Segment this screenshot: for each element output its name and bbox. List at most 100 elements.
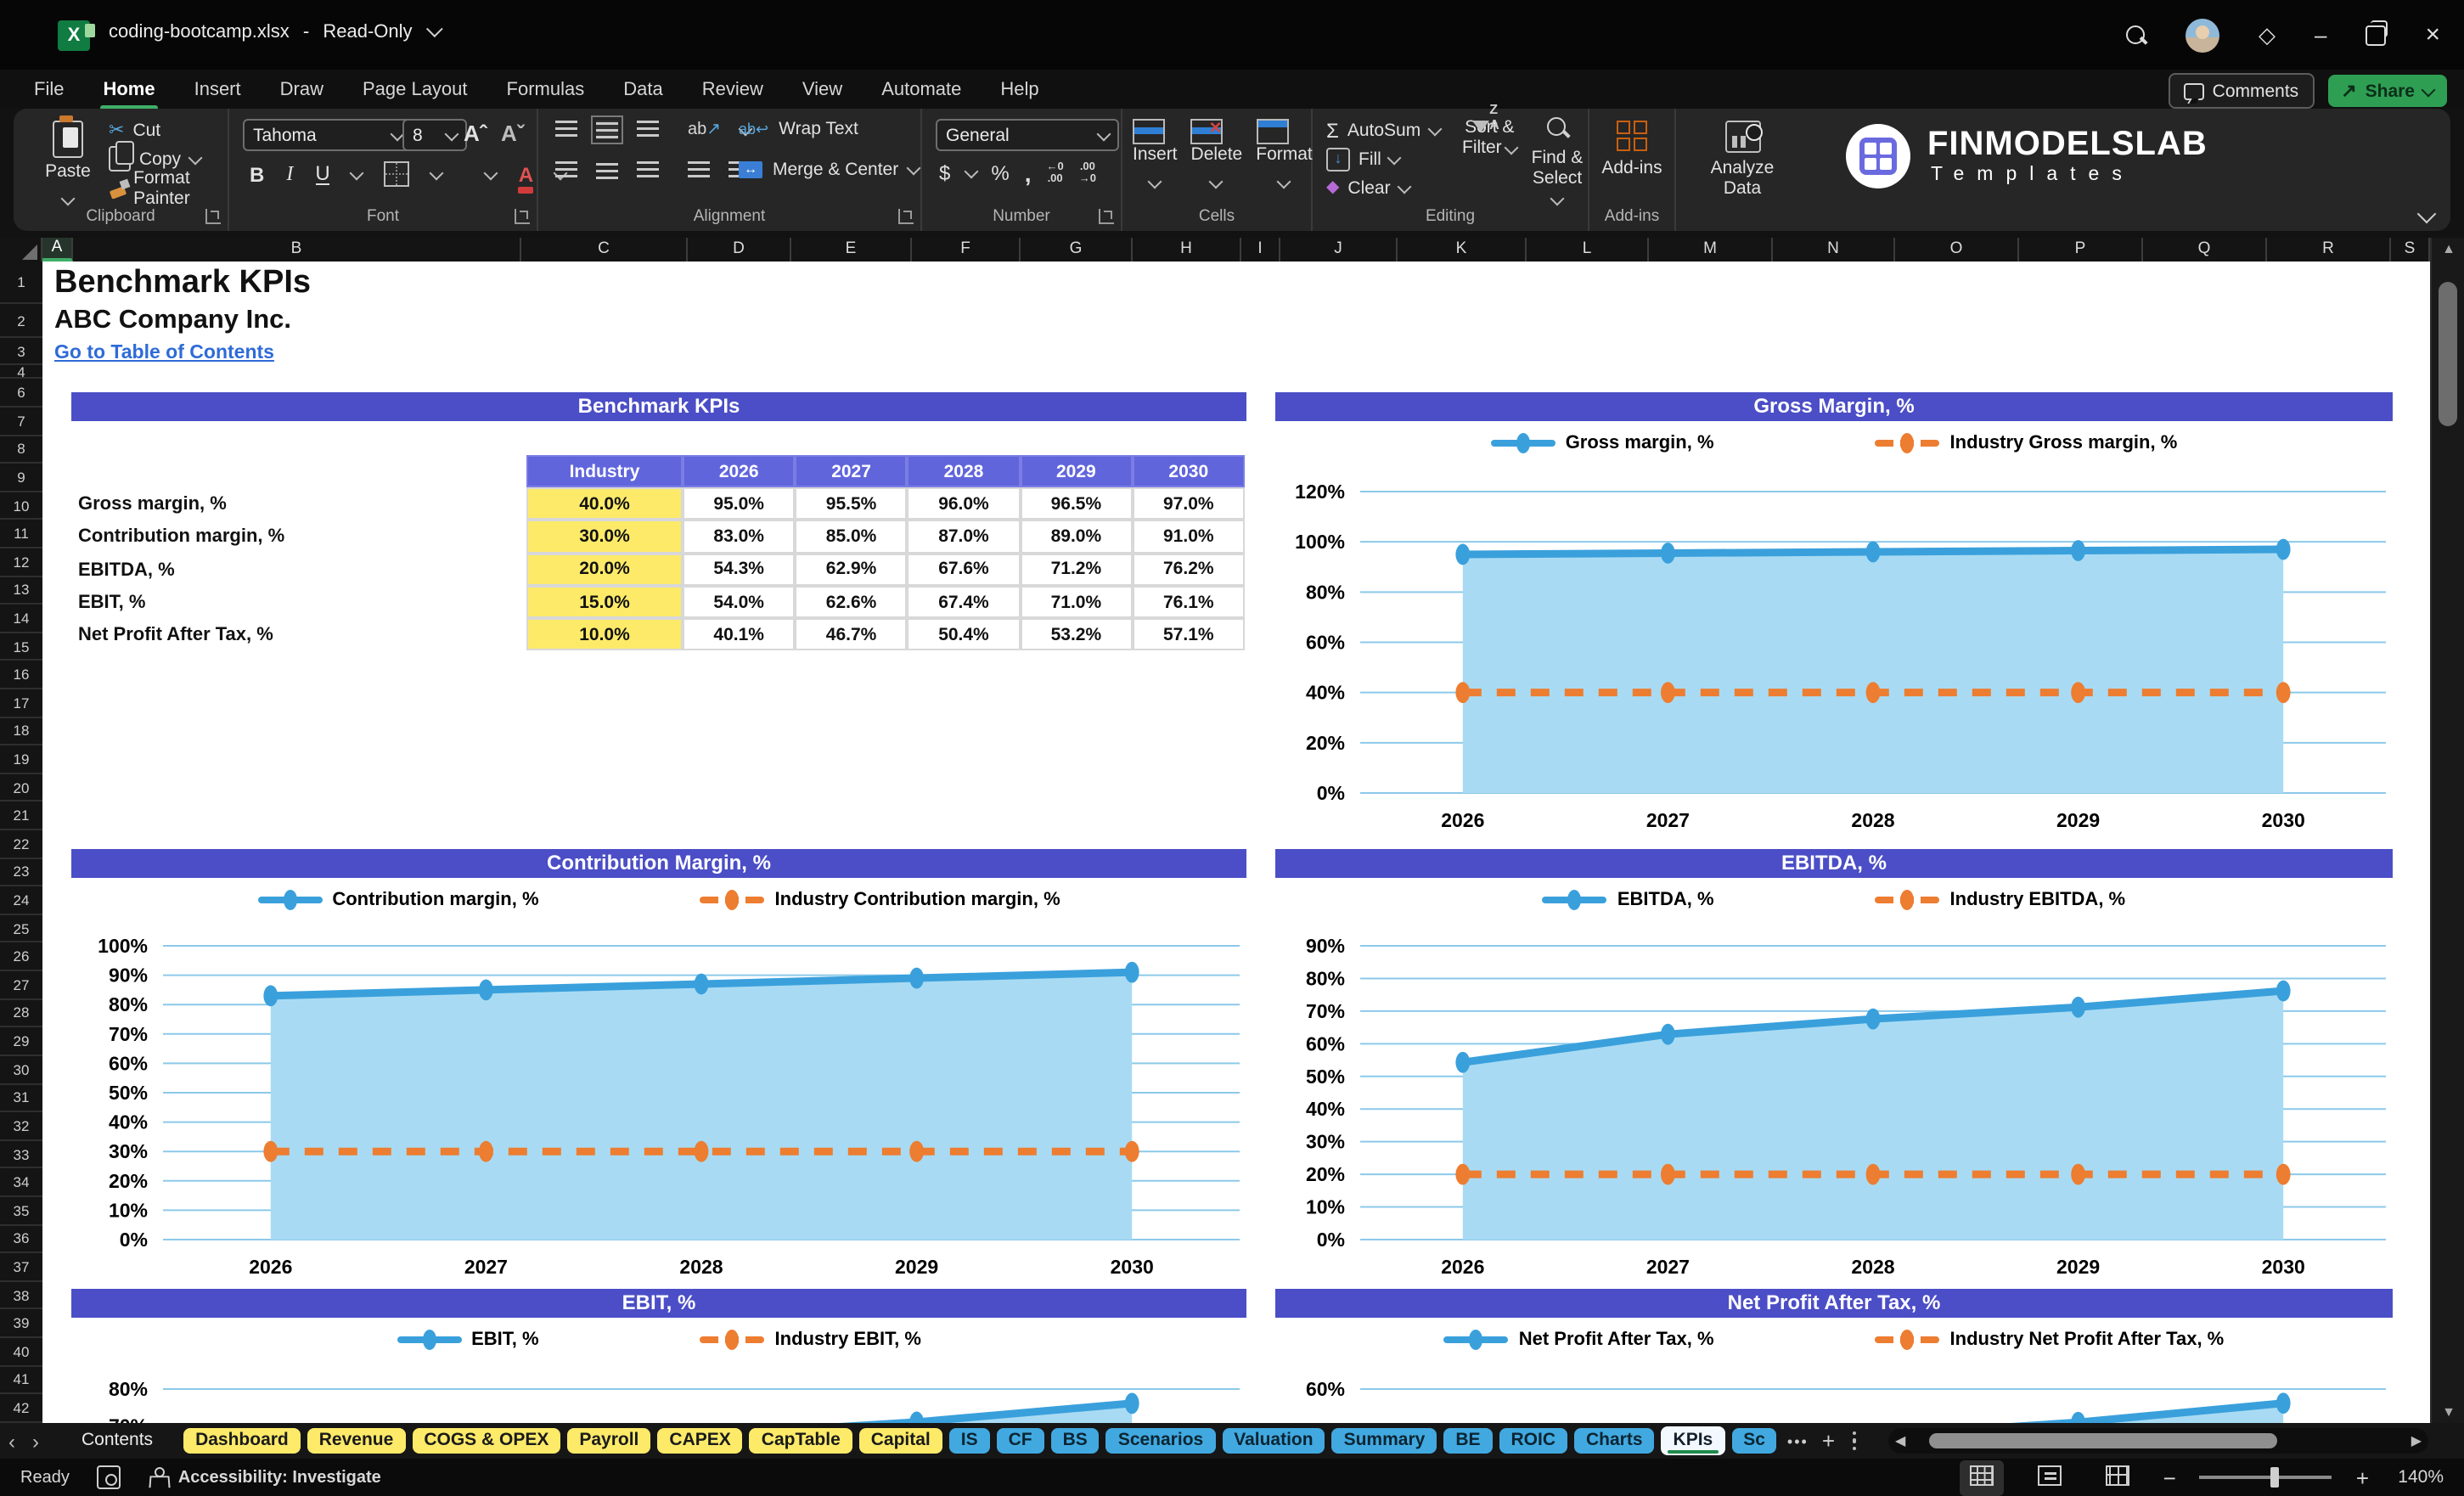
page-layout-view-button[interactable] bbox=[2028, 1459, 2072, 1495]
excel-app-icon[interactable]: X bbox=[58, 20, 90, 51]
horizontal-scrollbar[interactable]: ◀ ▶ bbox=[1888, 1428, 2428, 1454]
new-sheet-button[interactable]: + bbox=[1822, 1428, 1835, 1454]
underline-button[interactable]: U bbox=[315, 164, 329, 184]
zoom-slider[interactable] bbox=[2200, 1476, 2332, 1479]
kpi-header-2028[interactable]: 2028 bbox=[908, 455, 1020, 487]
kpi-header-2027[interactable]: 2027 bbox=[795, 455, 907, 487]
row-header-32[interactable]: 32 bbox=[0, 1112, 42, 1140]
horizontal-scroll-thumb[interactable] bbox=[1929, 1433, 2277, 1448]
macro-record-icon[interactable] bbox=[97, 1465, 121, 1489]
row-header-24[interactable]: 24 bbox=[0, 887, 42, 915]
row-header-8[interactable]: 8 bbox=[0, 436, 42, 464]
kpi-value-contribution-margin-2028[interactable]: 87.0% bbox=[908, 520, 1020, 554]
number-dialog-launcher[interactable] bbox=[1099, 209, 1114, 224]
sheet-tab-bs[interactable]: BS bbox=[1051, 1428, 1100, 1454]
kpi-value-contribution-margin-2030[interactable]: 91.0% bbox=[1133, 520, 1245, 554]
menu-tab-draw[interactable]: Draw bbox=[277, 76, 327, 103]
column-header-o[interactable]: O bbox=[1895, 238, 2019, 262]
row-header-19[interactable]: 19 bbox=[0, 745, 42, 773]
fill-color-chevron-icon[interactable] bbox=[484, 166, 498, 180]
borders-button[interactable] bbox=[385, 161, 410, 187]
borders-chevron-icon[interactable] bbox=[430, 166, 444, 180]
format-cells-button[interactable]: Format bbox=[1256, 119, 1313, 195]
menu-tab-file[interactable]: File bbox=[31, 76, 67, 103]
column-header-j[interactable]: J bbox=[1280, 238, 1398, 262]
kpi-value-net-profit-after-tax-2026[interactable]: 40.1% bbox=[683, 618, 795, 651]
column-header-b[interactable]: B bbox=[73, 238, 521, 262]
row-header-22[interactable]: 22 bbox=[0, 830, 42, 858]
menu-tab-help[interactable]: Help bbox=[997, 76, 1042, 103]
kpi-value-ebitda-2029[interactable]: 71.2% bbox=[1020, 553, 1132, 586]
kpi-industry-ebitda[interactable]: 20.0% bbox=[526, 553, 683, 586]
kpi-industry-gross-margin[interactable]: 40.0% bbox=[526, 487, 683, 520]
kpi-value-gross-margin-2030[interactable]: 97.0% bbox=[1133, 487, 1245, 520]
kpi-row-label-ebitda[interactable]: EBITDA, % bbox=[78, 560, 175, 580]
kpi-value-gross-margin-2026[interactable]: 95.0% bbox=[683, 487, 795, 520]
kpi-value-ebit-2026[interactable]: 54.0% bbox=[683, 586, 795, 619]
column-header-a[interactable]: A bbox=[42, 238, 73, 262]
row-header-31[interactable]: 31 bbox=[0, 1084, 42, 1112]
minimize-button[interactable]: – bbox=[2315, 24, 2326, 46]
decrease-decimal-button[interactable]: .00→0 bbox=[1079, 161, 1096, 185]
font-dialog-launcher[interactable] bbox=[515, 209, 530, 224]
kpi-header-2029[interactable]: 2029 bbox=[1020, 455, 1132, 487]
row-header-20[interactable]: 20 bbox=[0, 774, 42, 802]
chart-ebitda[interactable]: EBITDA, %Industry EBITDA, %0%10%20%30%40… bbox=[1275, 878, 2393, 1287]
menu-tab-page-layout[interactable]: Page Layout bbox=[359, 76, 471, 103]
underline-chevron-icon[interactable] bbox=[350, 166, 364, 180]
kpi-value-ebit-2030[interactable]: 76.1% bbox=[1133, 586, 1245, 619]
row-header-7[interactable]: 7 bbox=[0, 408, 42, 436]
grow-font-button[interactable]: Aˆ bbox=[464, 121, 487, 146]
normal-view-button[interactable] bbox=[1960, 1459, 2004, 1495]
sheet-tab-summary[interactable]: Summary bbox=[1332, 1428, 1437, 1454]
kpi-value-ebitda-2027[interactable]: 62.9% bbox=[795, 553, 907, 586]
chart-net-profit-after-tax[interactable]: Net Profit After Tax, %Industry Net Prof… bbox=[1275, 1318, 2393, 1423]
menu-tab-automate[interactable]: Automate bbox=[878, 76, 965, 103]
clipboard-dialog-launcher[interactable] bbox=[205, 209, 221, 224]
row-header-35[interactable]: 35 bbox=[0, 1197, 42, 1225]
column-header-f[interactable]: F bbox=[912, 238, 1021, 262]
align-top-icon[interactable] bbox=[555, 121, 577, 139]
sheet-tab-cf[interactable]: CF bbox=[997, 1428, 1044, 1454]
sheet-tab-capex[interactable]: CAPEX bbox=[657, 1428, 742, 1454]
paste-button[interactable]: Paste bbox=[37, 117, 98, 212]
autosum-button[interactable]: Σ AutoSum bbox=[1326, 115, 1439, 144]
align-right-icon[interactable] bbox=[637, 161, 659, 180]
row-header-4[interactable]: 4 bbox=[0, 365, 42, 380]
row-header-26[interactable]: 26 bbox=[0, 943, 42, 971]
delete-cells-button[interactable]: Delete bbox=[1191, 119, 1243, 195]
vertical-scroll-thumb[interactable] bbox=[2439, 282, 2457, 426]
sheet-tab-scenarios[interactable]: Scenarios bbox=[1106, 1428, 1215, 1454]
bold-button[interactable]: B bbox=[250, 162, 264, 186]
row-header-25[interactable]: 25 bbox=[0, 915, 42, 943]
column-header-q[interactable]: Q bbox=[2143, 238, 2267, 262]
kpi-row-label-gross-margin[interactable]: Gross margin, % bbox=[78, 494, 227, 515]
restore-button[interactable] bbox=[2366, 25, 2386, 45]
sheet-tab-charts[interactable]: Charts bbox=[1574, 1428, 1655, 1454]
insert-cells-button[interactable]: Insert bbox=[1133, 119, 1178, 195]
column-header-h[interactable]: H bbox=[1133, 238, 1241, 262]
kpi-value-ebitda-2026[interactable]: 54.3% bbox=[683, 553, 795, 586]
font-family-select[interactable]: Tahoma bbox=[243, 119, 413, 151]
kpi-value-net-profit-after-tax-2027[interactable]: 46.7% bbox=[795, 618, 907, 651]
shrink-font-button[interactable]: Aˇ bbox=[501, 121, 524, 146]
align-middle-icon[interactable] bbox=[596, 121, 618, 139]
column-header-d[interactable]: D bbox=[688, 238, 791, 262]
sheet-tab-kpis[interactable]: KPIs bbox=[1662, 1426, 1725, 1455]
format-painter-button[interactable]: Format Painter bbox=[109, 173, 228, 202]
kpi-value-gross-margin-2027[interactable]: 95.5% bbox=[795, 487, 907, 520]
avatar[interactable] bbox=[2186, 18, 2219, 52]
menu-tab-review[interactable]: Review bbox=[699, 76, 767, 103]
kpi-value-ebit-2028[interactable]: 67.4% bbox=[908, 586, 1020, 619]
vertical-scrollbar[interactable]: ▲ ▼ bbox=[2430, 238, 2464, 1423]
chart-ebit[interactable]: EBIT, %Industry EBIT, %0%10%20%30%40%50%… bbox=[71, 1318, 1246, 1423]
row-header-23[interactable]: 23 bbox=[0, 858, 42, 886]
sheet-tab-be[interactable]: BE bbox=[1443, 1428, 1492, 1454]
kpi-header-2026[interactable]: 2026 bbox=[683, 455, 795, 487]
kpi-value-net-profit-after-tax-2029[interactable]: 53.2% bbox=[1020, 618, 1132, 651]
kpi-value-contribution-margin-2026[interactable]: 83.0% bbox=[683, 520, 795, 554]
column-header-l[interactable]: L bbox=[1527, 238, 1649, 262]
accessibility-status[interactable]: Accessibility: Investigate bbox=[148, 1467, 381, 1488]
column-header-e[interactable]: E bbox=[791, 238, 912, 262]
column-header-n[interactable]: N bbox=[1773, 238, 1895, 262]
